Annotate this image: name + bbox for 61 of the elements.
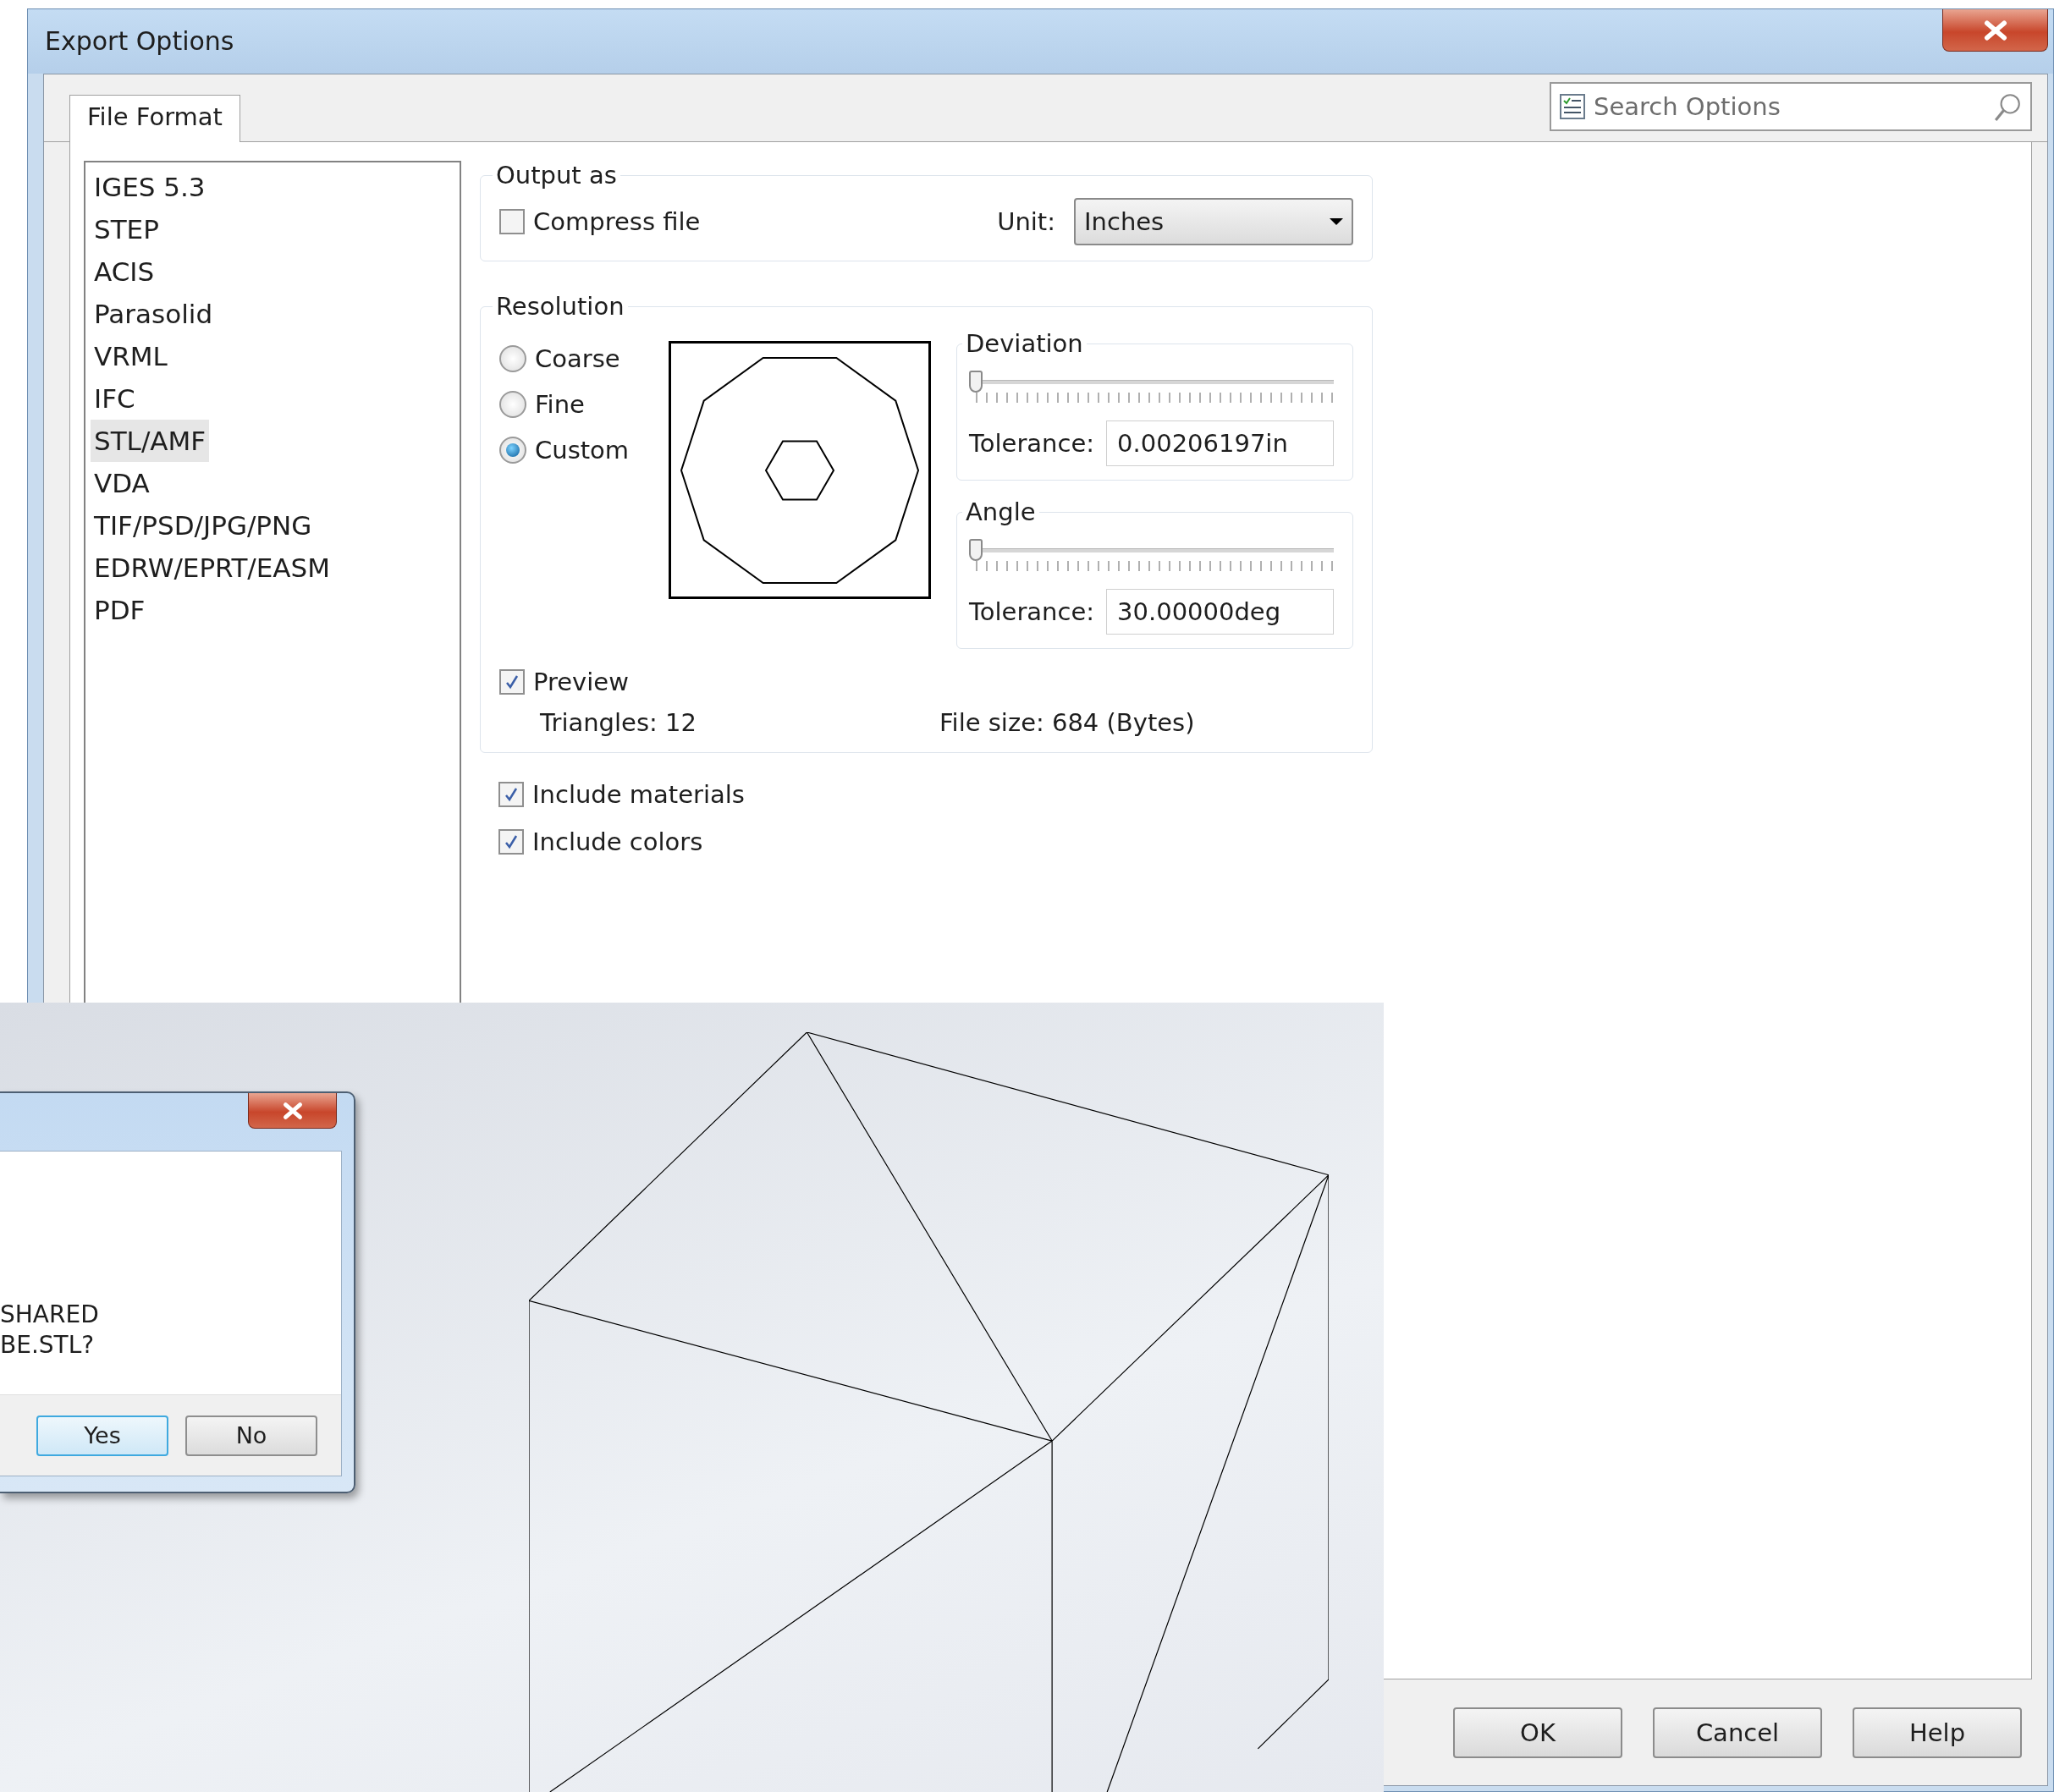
tolerance-field[interactable]: 30.00000deg (1106, 589, 1334, 635)
caret-icon (1330, 218, 1343, 225)
close-button[interactable] (1942, 9, 2048, 52)
tab[interactable]: File Format (69, 95, 240, 142)
message-text: BE.STL? (0, 1330, 96, 1360)
checkmark-icon (504, 787, 519, 802)
search-placeholder: Search Options (1594, 92, 1781, 121)
field-label: Tolerance: (969, 429, 1095, 458)
slider-thumb[interactable] (969, 538, 983, 561)
checkbox[interactable] (499, 209, 525, 234)
dialog-button[interactable]: Cancel (1653, 1707, 1822, 1758)
list-item[interactable]: IFC (91, 377, 139, 420)
checkbox[interactable] (498, 782, 524, 807)
checkbox[interactable] (498, 829, 524, 855)
radio-label: Fine (535, 390, 585, 419)
group-title: Output as (495, 161, 618, 190)
checkbox-label: Include materials (532, 780, 745, 809)
group-title: Deviation (965, 329, 1084, 358)
dialog-button[interactable]: Help (1853, 1707, 2022, 1758)
group-title: Angle (965, 497, 1037, 526)
list-item[interactable]: IGES 5.3 (91, 166, 209, 208)
close-button[interactable] (248, 1093, 337, 1129)
search-field[interactable]: Search Options (1550, 82, 2032, 131)
radio-button[interactable] (499, 437, 526, 464)
checkbox-label: Preview (533, 668, 629, 696)
search-icon (1993, 92, 2022, 121)
checkmark-icon (504, 674, 520, 690)
checkbox-label: Compress file (533, 207, 701, 236)
list-item[interactable]: TIF/PSD/JPG/PNG (91, 504, 316, 547)
close-icon (281, 1101, 304, 1120)
checkbox-label: Include colors (532, 827, 703, 856)
radio-label: Custom (535, 436, 630, 464)
slider-thumb[interactable] (969, 370, 983, 393)
dialog-button[interactable]: OK (1453, 1707, 1622, 1758)
list-item[interactable]: PDF (91, 589, 149, 631)
field-label: Tolerance: (969, 597, 1095, 626)
triangles-count: Triangles: 12 (540, 708, 697, 737)
radio-button[interactable] (499, 345, 526, 372)
unit-dropdown[interactable]: Inches (1074, 198, 1353, 245)
dialog-button[interactable]: No (185, 1415, 317, 1456)
dialog-button[interactable]: Yes (36, 1415, 168, 1456)
dropdown-value: Inches (1084, 207, 1165, 236)
list-item[interactable]: STEP (91, 208, 162, 250)
window-title: Export Options (45, 26, 234, 56)
radio-label: Coarse (535, 344, 620, 373)
tolerance-field[interactable]: 0.00206197in (1106, 421, 1334, 466)
radio-button[interactable] (499, 391, 526, 418)
group-title: Resolution (495, 292, 625, 321)
close-icon (1982, 19, 2008, 41)
checkmark-icon (504, 834, 519, 849)
message-text: SHARED (0, 1300, 100, 1330)
file-size-text: File size: 684 (Bytes) (939, 708, 1196, 737)
unit-label: Unit: (997, 207, 1055, 236)
list-item[interactable]: VDA (91, 462, 153, 504)
list-item[interactable]: ACIS (91, 250, 158, 293)
list-item[interactable]: EDRW/EPRT/EASM (91, 547, 333, 589)
list-item[interactable]: Parasolid (91, 293, 217, 335)
checkbox[interactable] (499, 669, 525, 695)
list-item[interactable]: STL/AMF (91, 420, 210, 462)
list-item[interactable]: VRML (91, 335, 171, 377)
checklist-icon (1560, 94, 1585, 119)
